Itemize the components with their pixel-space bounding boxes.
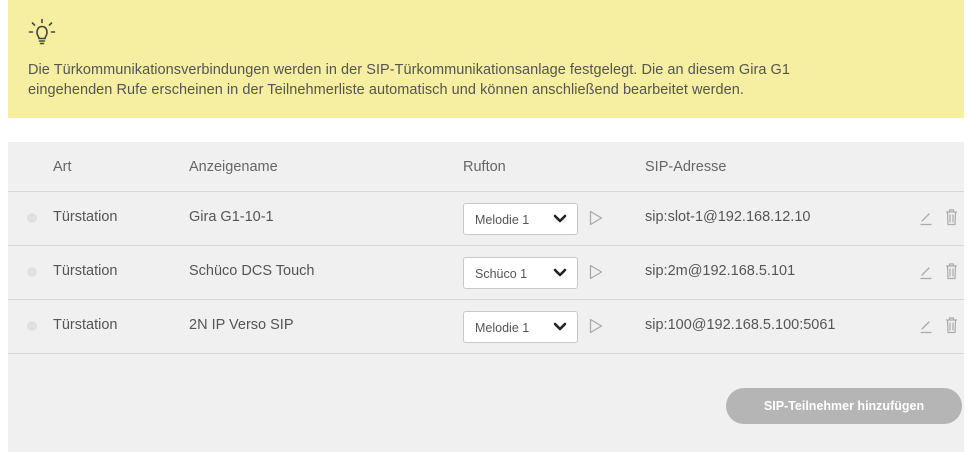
table-row: Türstation Schüco DCS Touch Schüco 1 sip… xyxy=(8,246,964,300)
cell-art: Türstation xyxy=(53,263,118,279)
cell-art: Türstation xyxy=(53,317,118,333)
header-art: Art xyxy=(53,159,72,175)
cell-sip-adresse: sip:slot-1@192.168.12.10 xyxy=(645,209,811,225)
header-anzeigename: Anzeigename xyxy=(189,159,278,175)
header-sip-adresse: SIP-Adresse xyxy=(645,159,727,175)
cell-art: Türstation xyxy=(53,209,118,225)
trash-icon[interactable] xyxy=(945,208,958,226)
cell-anzeigename: Gira G1-10-1 xyxy=(189,209,274,225)
ringtone-value: Melodie 1 xyxy=(475,321,530,335)
pencil-icon[interactable] xyxy=(919,318,933,334)
ringtone-select[interactable]: Melodie 1 xyxy=(463,311,578,343)
info-line-1: Die Türkommunikationsverbindungen werden… xyxy=(28,62,790,78)
add-sip-participant-button[interactable]: SIP-Teilnehmer hinzufügen xyxy=(726,388,962,424)
chevron-down-icon xyxy=(553,214,567,223)
ringtone-select[interactable]: Melodie 1 xyxy=(463,203,578,235)
cell-anzeigename: Schüco DCS Touch xyxy=(189,263,315,279)
play-icon[interactable] xyxy=(589,264,603,280)
pencil-icon[interactable] xyxy=(919,210,933,226)
table-header: Art Anzeigename Rufton SIP-Adresse xyxy=(8,142,964,192)
cell-sip-adresse: sip:100@192.168.5.100:5061 xyxy=(645,317,836,333)
ringtone-value: Melodie 1 xyxy=(475,213,530,227)
play-icon[interactable] xyxy=(589,210,603,226)
ringtone-select[interactable]: Schüco 1 xyxy=(463,257,578,289)
info-line-2: eingehenden Rufe erscheinen in der Teiln… xyxy=(28,82,744,98)
info-text: Die Türkommunikationsverbindungen werden… xyxy=(28,60,958,100)
info-banner: Die Türkommunikationsverbindungen werden… xyxy=(8,0,964,118)
status-dot-icon xyxy=(27,267,37,277)
trash-icon[interactable] xyxy=(945,316,958,334)
table-row: Türstation Gira G1-10-1 Melodie 1 sip:sl… xyxy=(8,192,964,246)
status-dot-icon xyxy=(27,321,37,331)
participants-panel: Art Anzeigename Rufton SIP-Adresse Türst… xyxy=(8,142,964,452)
trash-icon[interactable] xyxy=(945,262,958,280)
cell-anzeigename: 2N IP Verso SIP xyxy=(189,317,294,333)
table-row: Türstation 2N IP Verso SIP Melodie 1 sip… xyxy=(8,300,964,354)
cell-sip-adresse: sip:2m@192.168.5.101 xyxy=(645,263,796,279)
chevron-down-icon xyxy=(553,322,567,331)
ringtone-value: Schüco 1 xyxy=(475,267,528,281)
play-icon[interactable] xyxy=(589,318,603,334)
lightbulb-icon xyxy=(28,18,56,45)
pencil-icon[interactable] xyxy=(919,264,933,280)
chevron-down-icon xyxy=(553,268,567,277)
header-rufton: Rufton xyxy=(463,159,506,175)
status-dot-icon xyxy=(27,213,37,223)
